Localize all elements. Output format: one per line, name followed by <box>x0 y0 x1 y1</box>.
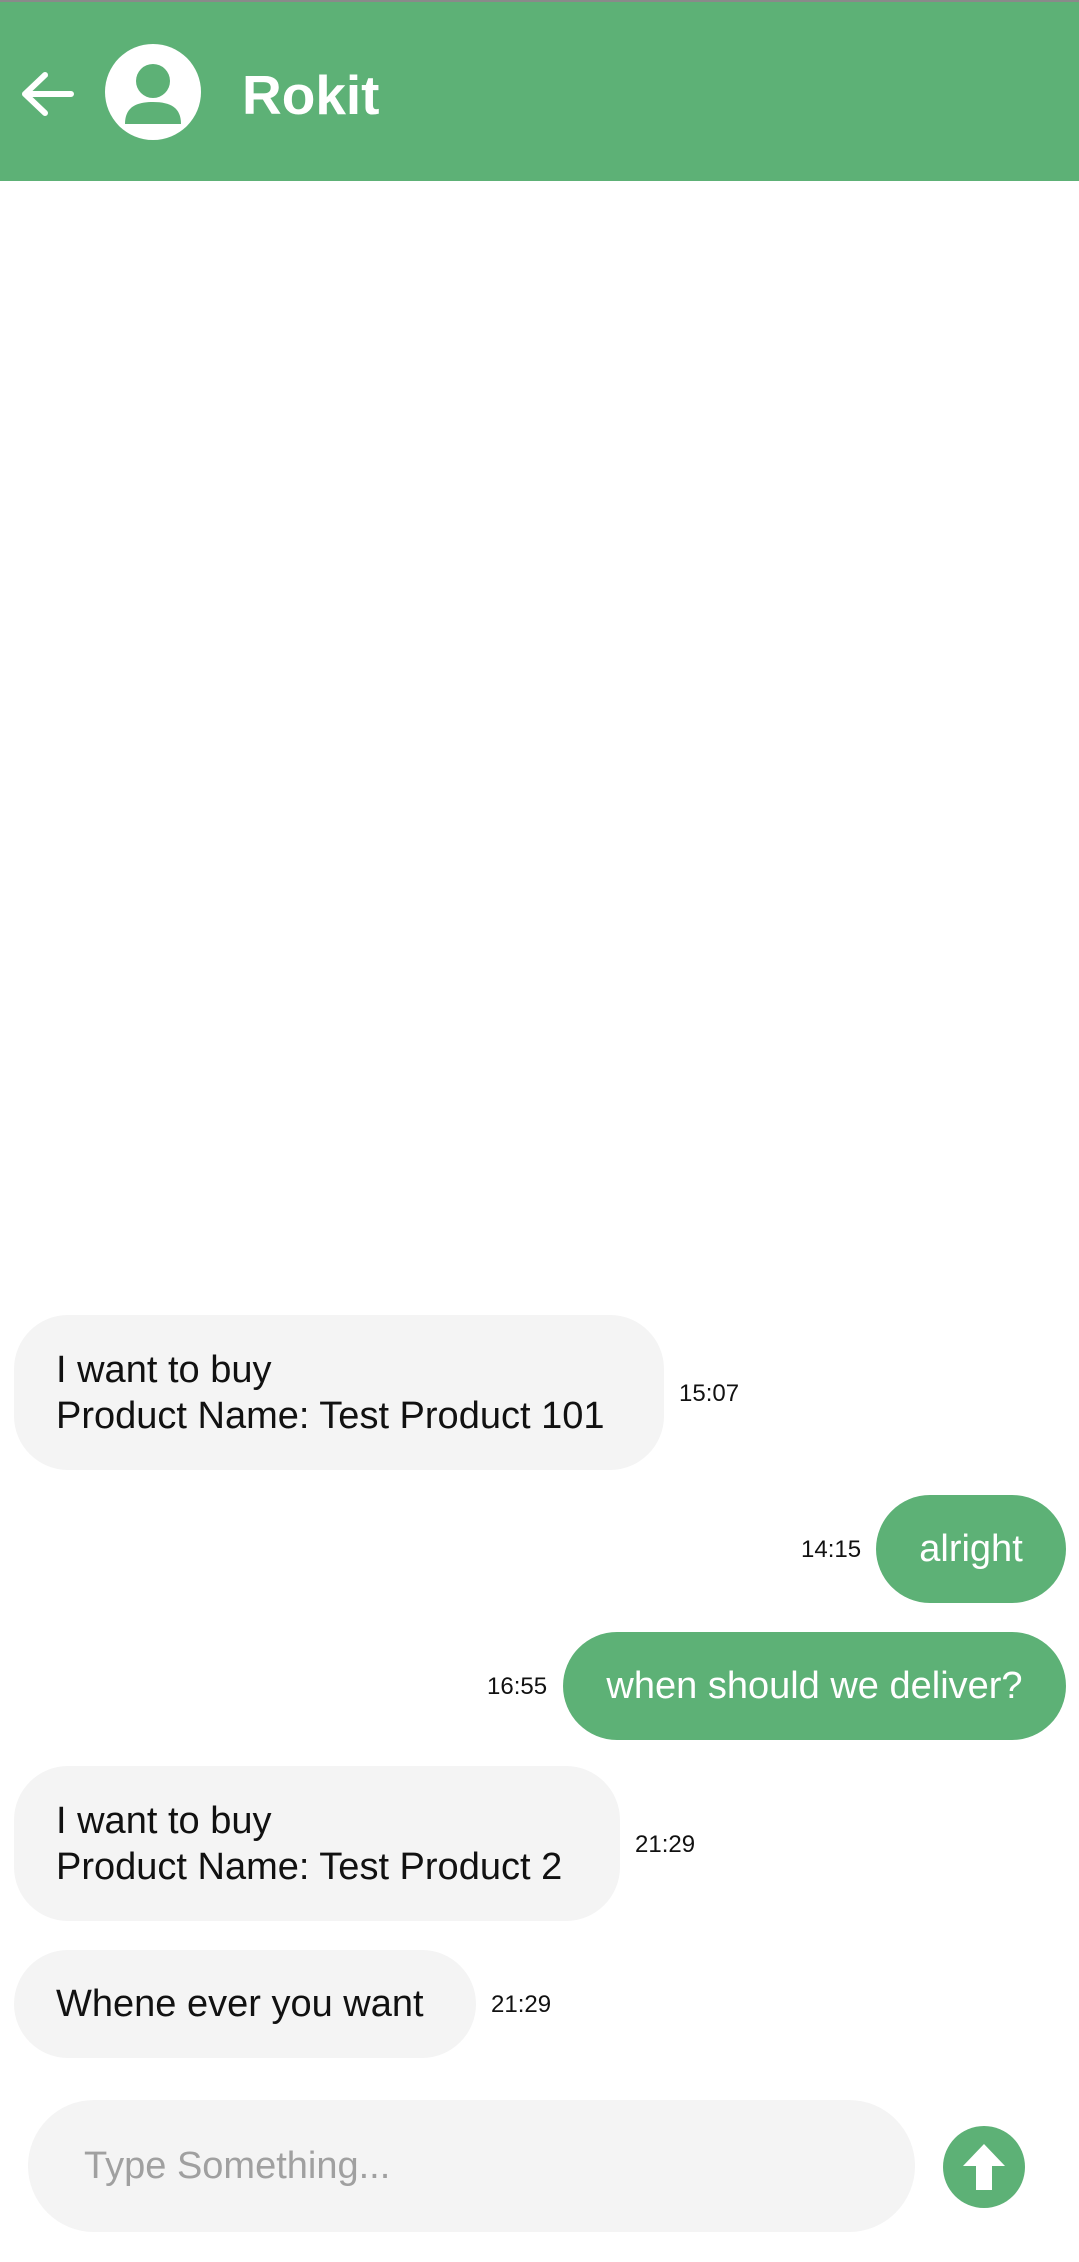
message-composer <box>28 2100 915 2232</box>
message-text: alright <box>919 1528 1023 1570</box>
message-text: when should we deliver? <box>606 1665 1023 1707</box>
avatar[interactable] <box>105 44 201 140</box>
message-bubble-outgoing[interactable]: when should we deliver? <box>563 1632 1066 1740</box>
chat-title: Rokit <box>242 64 380 126</box>
message-text: I want to buy Product Name: Test Product… <box>56 1348 605 1437</box>
arrow-left-icon <box>22 72 74 116</box>
message-bubble-outgoing[interactable]: alright <box>876 1495 1066 1603</box>
message-time: 15:07 <box>679 1380 740 1407</box>
message-bubble-incoming[interactable]: I want to buy Product Name: Test Product… <box>14 1315 664 1470</box>
back-button[interactable] <box>18 64 78 124</box>
message-time: 14:15 <box>801 1536 862 1563</box>
message-time: 21:29 <box>491 1991 552 2018</box>
message-bubble-incoming[interactable]: I want to buy Product Name: Test Product… <box>14 1766 620 1921</box>
person-icon <box>125 64 181 124</box>
message-bubble-incoming[interactable]: Whene ever you want <box>14 1950 476 2058</box>
message-input[interactable] <box>84 2100 884 2232</box>
message-time: 16:55 <box>487 1673 548 1700</box>
message-time: 21:29 <box>635 1831 696 1858</box>
send-button[interactable] <box>943 2126 1025 2208</box>
message-text: I want to buy Product Name: Test Product… <box>56 1799 563 1888</box>
app-bar: Rokit <box>0 0 1079 181</box>
message-text: Whene ever you want <box>56 1983 424 2025</box>
arrow-up-icon <box>963 2144 1005 2190</box>
